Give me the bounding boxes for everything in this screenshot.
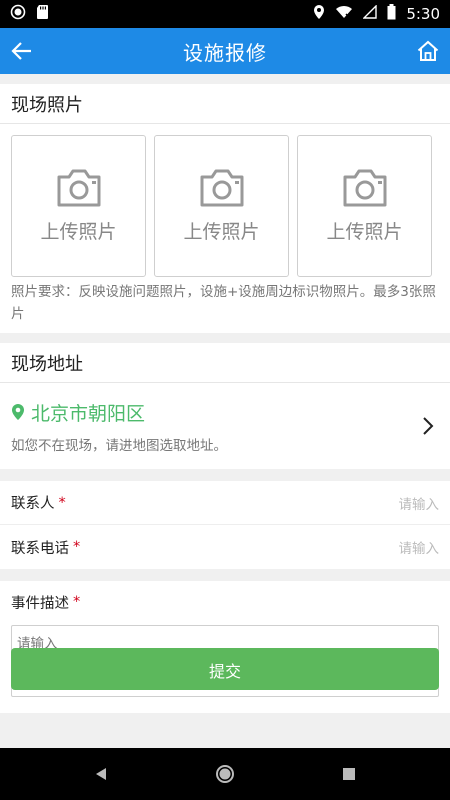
contact-name-field[interactable]: 联系人 * 请输入: [0, 481, 450, 525]
contact-phone-field[interactable]: 联系电话 * 请输入: [0, 525, 450, 569]
location-status-icon: [313, 4, 325, 24]
address-section-title: 现场地址: [0, 343, 450, 383]
upload-photo-slot[interactable]: 上传照片: [11, 135, 146, 277]
signal-icon: [362, 4, 378, 23]
nav-back-button[interactable]: [39, 748, 163, 800]
app-bar: 设施报修: [0, 28, 450, 74]
home-button[interactable]: [414, 37, 442, 65]
arrow-left-icon: [11, 42, 31, 60]
address-hint: 如您不在现场，请进地图选取地址。: [11, 437, 227, 454]
wifi-icon: [335, 5, 353, 23]
status-bar: 5:30: [0, 0, 450, 28]
location-pin-icon: [12, 404, 24, 420]
photos-card: 现场照片 上传照片 上传照片 上传照片 照片要求：反映设施问题照片，设施+设施周…: [0, 84, 450, 333]
camera-icon: [57, 169, 100, 206]
contact-name-input[interactable]: 请输入: [399, 493, 440, 513]
system-nav-bar: [0, 748, 450, 800]
square-recents-icon: [343, 768, 355, 780]
battery-icon: [387, 4, 396, 24]
chevron-right-icon: [423, 417, 434, 435]
circle-home-icon: [216, 765, 234, 783]
contact-phone-label: 联系电话: [11, 540, 69, 557]
address-card: 现场地址 北京市朝阳区 如您不在现场，请进地图选取地址。: [0, 343, 450, 469]
address-selector[interactable]: 北京市朝阳区 如您不在现场，请进地图选取地址。: [0, 383, 450, 469]
upload-photo-slot[interactable]: 上传照片: [297, 135, 432, 277]
camera-icon: [343, 169, 386, 206]
nav-recents-button[interactable]: [287, 748, 411, 800]
nav-home-button[interactable]: [163, 748, 287, 800]
upload-photo-label: 上传照片: [183, 220, 260, 243]
required-mark: *: [58, 494, 66, 511]
required-mark: *: [73, 594, 81, 610]
contact-phone-input[interactable]: 请输入: [399, 537, 440, 557]
upload-photo-label: 上传照片: [326, 220, 403, 243]
page-title: 设施报修: [183, 40, 267, 65]
clock-time: 5:30: [406, 5, 440, 23]
contact-card: 联系人 * 请输入 联系电话 * 请输入: [0, 481, 450, 569]
circle-notification-icon: [10, 4, 26, 24]
submit-button[interactable]: 提交: [11, 648, 439, 690]
contact-name-label: 联系人: [11, 496, 55, 512]
camera-icon: [200, 169, 243, 206]
photo-requirements-note: 照片要求：反映设施问题照片，设施+设施周边标识物照片。最多3张照片: [11, 284, 436, 322]
upload-photo-slot[interactable]: 上传照片: [154, 135, 289, 277]
triangle-back-icon: [96, 768, 106, 780]
photos-section-title: 现场照片: [0, 84, 450, 124]
description-label: 事件描述: [11, 595, 69, 612]
upload-photo-label: 上传照片: [40, 220, 117, 243]
required-mark: *: [73, 539, 81, 555]
description-card: 事件描述 * 请输入: [0, 581, 450, 713]
home-icon: [417, 40, 439, 61]
back-button[interactable]: [8, 37, 36, 65]
location-text: 北京市朝阳区: [31, 402, 146, 425]
sd-card-icon: [36, 4, 50, 24]
